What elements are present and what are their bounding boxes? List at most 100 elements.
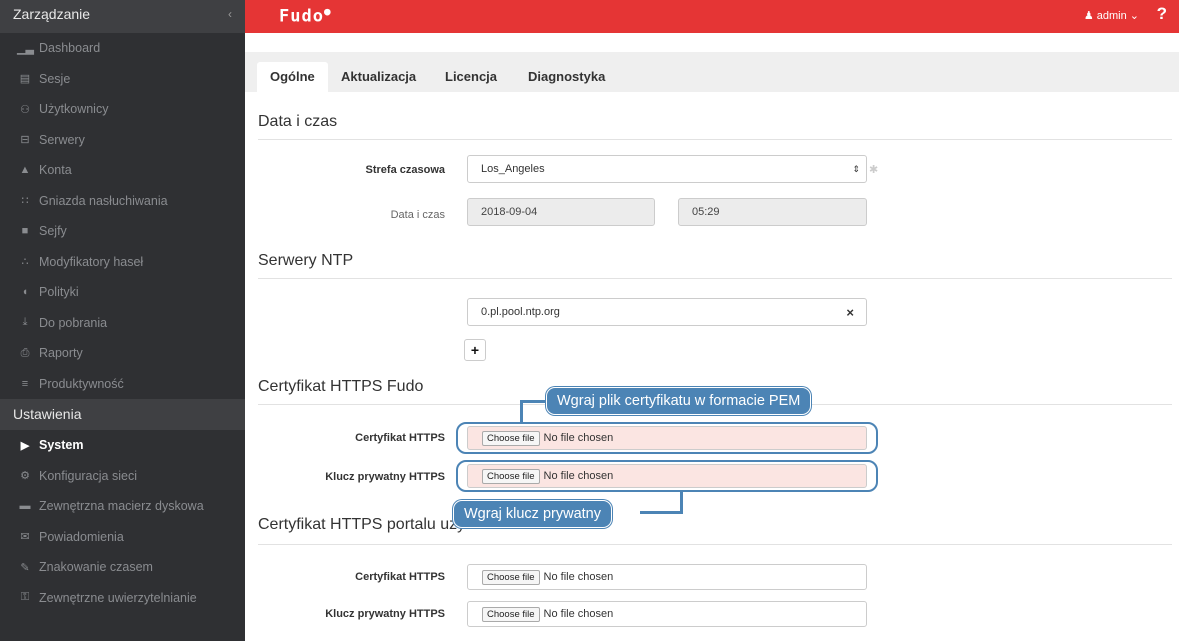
users-icon: ⚇ <box>20 103 30 116</box>
list-icon: ≡ <box>21 377 29 390</box>
sidebar-item-serwery[interactable]: ⊟ Serwery <box>0 125 245 156</box>
sidebar-item-label: Serwery <box>39 132 85 147</box>
no-file-text: No file chosen <box>543 608 614 620</box>
hdd-icon: ▬ <box>19 500 31 513</box>
gear-icon[interactable]: ✱ <box>869 163 878 176</box>
sidebar-item-dashboard[interactable]: ▁▃ Dashboard <box>0 33 245 64</box>
edit-icon: ✎ <box>20 561 30 574</box>
tabs-bar: Ogólne Aktualizacja Licencja Diagnostyka <box>245 52 1179 92</box>
select-arrows-icon: ⇕ <box>852 163 860 174</box>
sidebar-item-label: Produktywność <box>39 376 124 391</box>
section-title-ntp: Serwery NTP <box>258 252 354 269</box>
user-menu[interactable]: ♟ admin ⌄ <box>1084 9 1139 22</box>
tab-ogolne[interactable]: Ogólne <box>257 62 328 92</box>
sidebar-item-label: Zewnętrzna macierz dyskowa <box>39 499 204 514</box>
logo[interactable]: Fudo● <box>279 5 332 27</box>
sidebar-item-label: Konta <box>39 163 72 178</box>
choose-file-button[interactable]: Choose file <box>482 468 540 484</box>
divider <box>258 544 1172 545</box>
date-field[interactable]: 2018-09-04 <box>467 198 655 226</box>
sidebar-item-powiadomienia[interactable]: ✉ Powiadomienia <box>0 522 245 553</box>
tab-aktualizacja[interactable]: Aktualizacja <box>328 62 429 92</box>
sidebar-item-label: Sejfy <box>39 224 67 239</box>
chart-icon: ▁▃ <box>17 42 34 55</box>
callout-line <box>520 400 548 403</box>
sidebar-item-modyfikatory-haseł[interactable]: ∴ Modyfikatory haseł <box>0 247 245 278</box>
date-label: Data i czas <box>390 209 445 221</box>
cogs-icon: ⚙ <box>20 470 30 483</box>
sidebar-item-label: Modyfikatory haseł <box>39 254 144 269</box>
callout-line <box>640 511 683 514</box>
sidebar-item-do-pobrania[interactable]: ⤓ Do pobrania <box>0 308 245 339</box>
sidebar-item-produktywność[interactable]: ≡ Produktywność <box>0 369 245 400</box>
choose-file-button[interactable]: Choose file <box>482 606 540 622</box>
shield-icon: ◖ <box>21 286 29 299</box>
sidebar-item-użytkownicy[interactable]: ⚇ Użytkownicy <box>0 94 245 125</box>
tab-diagnostyka[interactable]: Diagnostyka <box>515 62 618 92</box>
sidebar-item-raporty[interactable]: ⎙ Raporty <box>0 338 245 369</box>
sidebar-item-zewnętrzna-macierz-dyskowa[interactable]: ▬ Zewnętrzna macierz dyskowa <box>0 491 245 522</box>
portal-cert-label: Certyfikat HTTPS <box>355 571 445 583</box>
section-title-datetime: Data i czas <box>258 113 338 130</box>
portal-cert-file-input[interactable]: Choose file No file chosen <box>467 564 867 590</box>
safe-icon: ■ <box>21 225 29 238</box>
sidebar-item-konta[interactable]: ▲ Konta <box>0 155 245 186</box>
sidebar-item-label: Gniazda nasłuchiwania <box>39 193 168 208</box>
sidebar-item-label: Do pobrania <box>39 315 108 330</box>
sidebar-section-settings: Ustawienia <box>0 399 245 430</box>
sidebar-item-zewnętrzne-uwierzytelnianie[interactable]: ⚿ Zewnętrzne uwierzytelnianie <box>0 583 245 614</box>
https-key-file-input[interactable]: Choose file No file chosen <box>467 464 867 488</box>
sidebar-item-label: Raporty <box>39 346 83 361</box>
sidebar-item-sejfy[interactable]: ■ Sejfy <box>0 216 245 247</box>
tooltip-cert: Wgraj plik certyfikatu w formacie PEM <box>546 387 812 415</box>
sidebar-header: Zarządzanie ‹ <box>0 0 245 33</box>
add-ntp-button[interactable]: + <box>464 339 486 361</box>
sidebar-item-sesje[interactable]: ▤ Sesje <box>0 64 245 95</box>
timezone-value: Los_Angeles <box>481 163 545 175</box>
remove-icon[interactable]: × <box>846 305 854 320</box>
sitemap-icon: ∴ <box>21 256 29 269</box>
user-name: admin <box>1096 10 1127 22</box>
choose-file-button[interactable]: Choose file <box>482 569 540 585</box>
sidebar-item-label: Dashboard <box>39 41 101 56</box>
time-field[interactable]: 05:29 <box>678 198 867 226</box>
sidebar-item-label: Użytkownicy <box>39 102 109 117</box>
sidebar-item-label: System <box>39 438 84 453</box>
sidebar-item-znakowanie-czasem[interactable]: ✎ Znakowanie czasem <box>0 552 245 583</box>
callout-line <box>520 400 523 422</box>
sidebar-item-label: Konfiguracja sieci <box>39 468 137 483</box>
no-file-text: No file chosen <box>543 470 614 482</box>
logo-text: Fudo <box>279 6 324 27</box>
no-file-text: No file chosen <box>543 571 614 583</box>
https-cert-file-input[interactable]: Choose file No file chosen <box>467 426 867 450</box>
divider <box>258 139 1172 140</box>
film-icon: ▤ <box>19 73 31 86</box>
sidebar-item-label: Polityki <box>39 285 79 300</box>
timezone-select[interactable]: Los_Angeles ⇕ <box>467 155 867 183</box>
portal-key-label: Klucz prywatny HTTPS <box>325 608 445 620</box>
https-cert-label: Certyfikat HTTPS <box>355 432 445 444</box>
sidebar-item-polityki[interactable]: ◖ Polityki <box>0 277 245 308</box>
portal-key-file-input[interactable]: Choose file No file chosen <box>467 601 867 627</box>
ntp-server-input[interactable]: 0.pl.pool.ntp.org × <box>467 298 867 326</box>
https-key-label: Klucz prywatny HTTPS <box>325 471 445 483</box>
section-title-https-fudo: Certyfikat HTTPS Fudo <box>258 378 424 395</box>
sidebar-item-label: Znakowanie czasem <box>39 560 153 575</box>
sidebar-item-system[interactable]: ▶ System <box>0 430 245 461</box>
tab-licencja[interactable]: Licencja <box>432 62 510 92</box>
folder-open-icon: ▶ <box>20 439 30 452</box>
sidebar-item-konfiguracja-sieci[interactable]: ⚙ Konfiguracja sieci <box>0 461 245 492</box>
choose-file-button[interactable]: Choose file <box>482 430 540 446</box>
key-icon: ⚿ <box>20 591 30 604</box>
no-file-text: No file chosen <box>543 432 614 444</box>
sidebar-item-label: Powiadomienia <box>39 529 124 544</box>
sidebar: Zarządzanie ‹ ▁▃ Dashboard ▤ Sesje ⚇ Użytkown… <box>0 0 245 641</box>
divider <box>258 278 1172 279</box>
sidebar-item-gniazda-nasłuchiwania[interactable]: ∷ Gniazda nasłuchiwania <box>0 186 245 217</box>
topbar: Fudo● ♟ admin ⌄ ? <box>245 0 1179 33</box>
user-account-icon: ▲ <box>19 164 31 177</box>
help-icon[interactable]: ? <box>1157 4 1167 24</box>
envelope-icon: ✉ <box>20 531 30 544</box>
rss-icon: ∷ <box>21 195 29 208</box>
chevron-left-icon[interactable]: ‹ <box>228 0 232 28</box>
